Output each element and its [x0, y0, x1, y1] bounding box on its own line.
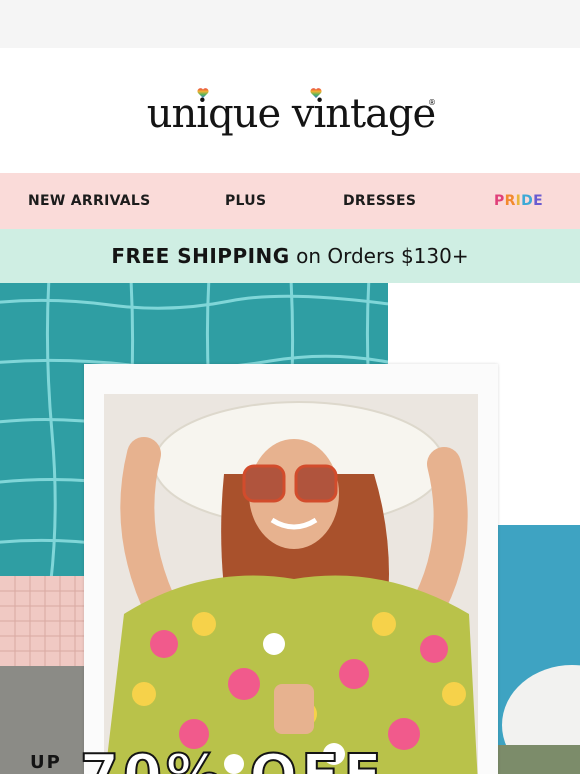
shipping-bold-text: FREE SHIPPING — [111, 244, 290, 268]
shipping-rest-text: on Orders $130+ — [289, 244, 469, 268]
rainbow-heart-icon — [310, 88, 322, 98]
nav-plus[interactable]: PLUS — [225, 173, 266, 229]
registered-mark: ® — [428, 98, 436, 107]
logo-text: unique vintage — [146, 91, 436, 137]
polaroid-frame — [84, 364, 498, 774]
model-photo — [104, 394, 478, 774]
free-shipping-banner[interactable]: FREE SHIPPING on Orders $130+ — [0, 229, 580, 283]
top-spacer-bar — [0, 0, 580, 48]
sky-image — [492, 525, 580, 774]
pride-letter: P — [494, 193, 505, 209]
nav-new-arrivals[interactable]: NEW ARRIVALS — [28, 173, 151, 229]
promo-up-text: UP — [30, 752, 62, 773]
nav-pride[interactable]: PRIDE — [494, 173, 543, 229]
brand-logo[interactable]: unique vintage — [146, 90, 436, 138]
promo-headline: 70% OFF — [79, 742, 386, 774]
pride-letter: D — [521, 193, 534, 209]
pride-letter: R — [504, 193, 516, 209]
pride-letter: E — [533, 193, 543, 209]
rainbow-heart-icon — [197, 88, 209, 98]
nav-dresses[interactable]: DRESSES — [343, 173, 416, 229]
main-nav: NEW ARRIVALS PLUS DRESSES PRIDE — [0, 173, 580, 229]
hero-banner[interactable]: UP 70% OFF — [0, 283, 580, 774]
